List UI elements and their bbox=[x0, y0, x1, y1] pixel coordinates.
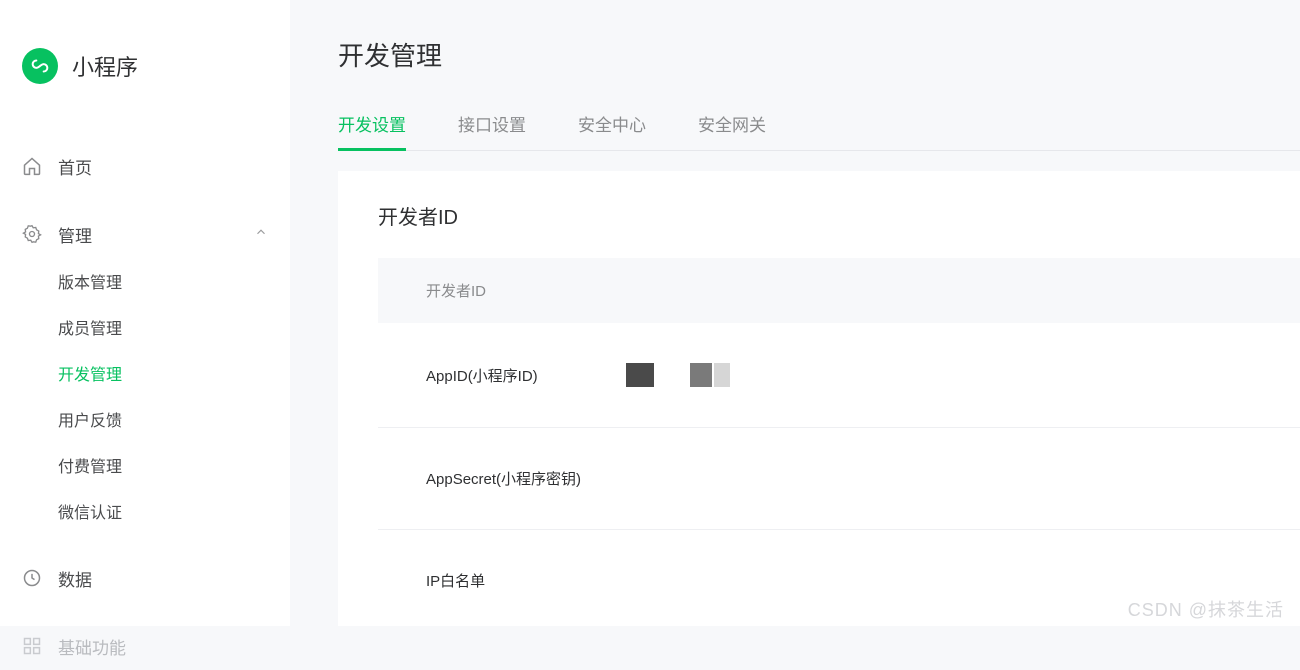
tab-security-gateway[interactable]: 安全网关 bbox=[698, 111, 766, 150]
row-label-appsecret: AppSecret(小程序密钥) bbox=[426, 468, 626, 489]
table-row: AppSecret(小程序密钥) bbox=[378, 428, 1300, 530]
page-title: 开发管理 bbox=[338, 36, 1300, 73]
tab-dev-settings[interactable]: 开发设置 bbox=[338, 111, 406, 150]
sidebar-subitem-dev[interactable]: 开发管理 bbox=[0, 350, 290, 396]
app-logo-icon bbox=[22, 48, 58, 84]
tabs: 开发设置 接口设置 安全中心 安全网关 bbox=[338, 111, 1300, 151]
clock-icon bbox=[22, 568, 42, 588]
gear-icon bbox=[22, 224, 42, 244]
sidebar-subitem-label: 成员管理 bbox=[58, 315, 122, 339]
sidebar-item-home[interactable]: 首页 bbox=[0, 142, 290, 190]
redacted-block bbox=[690, 363, 712, 387]
table-row: IP白名单 bbox=[378, 530, 1300, 626]
row-label-ipwhitelist: IP白名单 bbox=[426, 570, 626, 591]
sidebar-subitem-version[interactable]: 版本管理 bbox=[0, 258, 290, 304]
app-logo-row: 小程序 bbox=[0, 48, 290, 84]
redacted-block bbox=[714, 363, 730, 387]
main-content: 开发管理 开发设置 接口设置 安全中心 安全网关 开发者ID 开发者ID App… bbox=[290, 0, 1300, 626]
tab-label: 安全中心 bbox=[578, 116, 646, 135]
content-card: 开发者ID 开发者ID AppID(小程序ID) AppSecret(小程序密钥… bbox=[338, 171, 1300, 626]
sidebar-subitem-billing[interactable]: 付费管理 bbox=[0, 442, 290, 488]
table-header: 开发者ID bbox=[378, 258, 1300, 323]
sidebar-item-basic-features[interactable]: 基础功能 bbox=[0, 622, 290, 670]
sidebar-subitem-label: 开发管理 bbox=[58, 361, 122, 385]
sidebar-subitem-label: 付费管理 bbox=[58, 453, 122, 477]
home-icon bbox=[22, 156, 42, 176]
chevron-up-icon bbox=[254, 224, 268, 244]
sidebar-subitem-members[interactable]: 成员管理 bbox=[0, 304, 290, 350]
table-row: AppID(小程序ID) bbox=[378, 323, 1300, 428]
tab-api-settings[interactable]: 接口设置 bbox=[458, 111, 526, 150]
row-label-appid: AppID(小程序ID) bbox=[426, 365, 626, 386]
sidebar: 小程序 首页 管理 版本管理 成员管理 开发管理 bbox=[0, 0, 290, 626]
sidebar-item-data[interactable]: 数据 bbox=[0, 554, 290, 602]
tab-label: 开发设置 bbox=[338, 116, 406, 135]
app-name: 小程序 bbox=[72, 50, 138, 82]
sidebar-item-manage[interactable]: 管理 bbox=[0, 210, 290, 258]
sidebar-item-label: 数据 bbox=[58, 566, 92, 591]
tab-security-center[interactable]: 安全中心 bbox=[578, 111, 646, 150]
tab-label: 安全网关 bbox=[698, 116, 766, 135]
section-title: 开发者ID bbox=[378, 201, 1300, 230]
sidebar-subitem-label: 微信认证 bbox=[58, 499, 122, 523]
grid-icon bbox=[22, 636, 42, 656]
sidebar-subitem-verify[interactable]: 微信认证 bbox=[0, 488, 290, 534]
redacted-value bbox=[626, 363, 730, 387]
redacted-block bbox=[626, 363, 654, 387]
sidebar-item-label: 基础功能 bbox=[58, 634, 126, 659]
sidebar-item-label: 首页 bbox=[58, 154, 92, 179]
sidebar-subitem-label: 用户反馈 bbox=[58, 407, 122, 431]
sidebar-item-label: 管理 bbox=[58, 222, 92, 247]
sidebar-subitem-label: 版本管理 bbox=[58, 269, 122, 293]
sidebar-subitem-feedback[interactable]: 用户反馈 bbox=[0, 396, 290, 442]
developer-id-table: 开发者ID AppID(小程序ID) AppSecret(小程序密钥) IP白名… bbox=[378, 258, 1300, 626]
table-header-label: 开发者ID bbox=[426, 283, 486, 300]
tab-label: 接口设置 bbox=[458, 116, 526, 135]
